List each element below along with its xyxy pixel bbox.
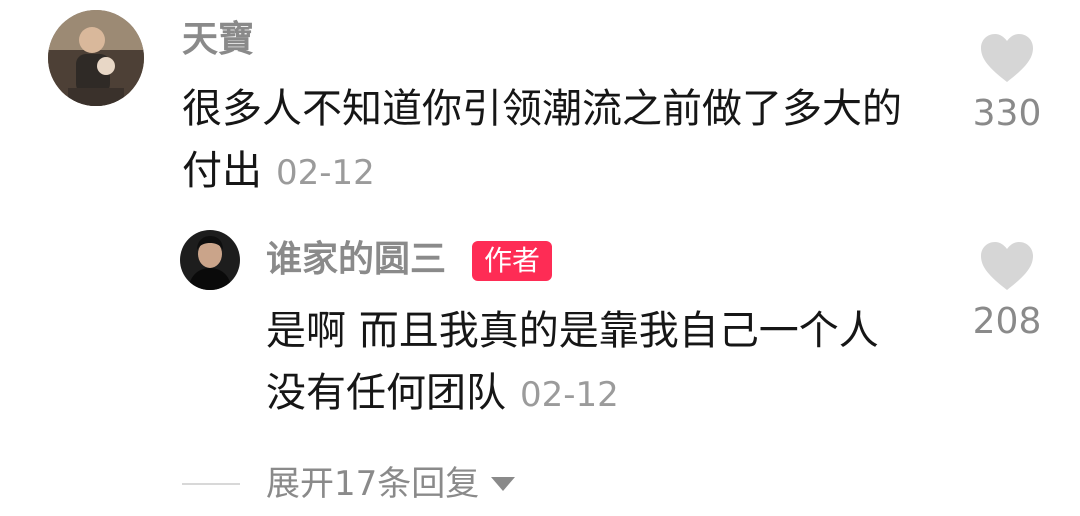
user-avatar-icon — [48, 10, 144, 106]
comment-username[interactable]: 天寶 — [182, 16, 254, 64]
like-button[interactable]: 208 — [952, 240, 1062, 344]
expand-replies-label: 展开17条回复 — [266, 464, 480, 504]
divider — [182, 483, 240, 485]
comment-thread: 天寶 很多人不知道你引领潮流之前做了多大的付出 02-12 330 谁家的圆三 作… — [0, 0, 1080, 516]
like-count: 330 — [972, 93, 1042, 134]
chevron-down-icon — [491, 477, 516, 491]
comment-date: 02-12 — [276, 153, 375, 193]
like-count: 208 — [972, 301, 1042, 342]
expand-replies-button[interactable]: 展开17条回复 — [182, 458, 516, 510]
author-avatar-icon — [180, 230, 240, 290]
reply-username[interactable]: 谁家的圆三 — [266, 236, 446, 284]
reply-text: 是啊 而且我真的是靠我自己一个人 没有任何团队 02-12 — [266, 300, 926, 426]
author-badge: 作者 — [472, 241, 553, 281]
reply-date: 02-12 — [520, 375, 619, 415]
avatar[interactable] — [180, 230, 240, 290]
avatar[interactable] — [48, 10, 144, 106]
like-button[interactable]: 330 — [952, 32, 1062, 136]
heart-icon — [981, 34, 1033, 82]
heart-icon — [981, 242, 1033, 290]
comment-text: 很多人不知道你引领潮流之前做了多大的付出 02-12 — [182, 78, 912, 204]
